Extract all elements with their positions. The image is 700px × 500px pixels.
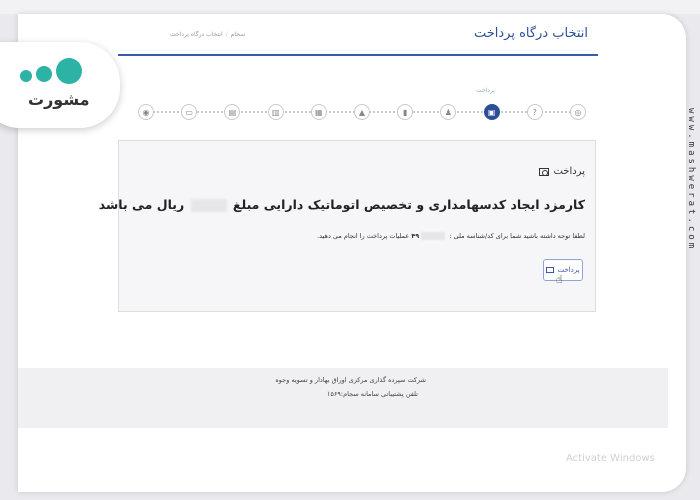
question-icon[interactable]: ?	[526, 104, 543, 120]
location-icon[interactable]: ◎	[570, 104, 586, 120]
logo-dot	[20, 70, 32, 82]
person-icon[interactable]: ♟	[440, 104, 457, 120]
headline-after: ریال می باشد	[98, 197, 185, 212]
redacted-amount	[190, 199, 227, 212]
logo-dot	[36, 66, 52, 82]
page-title: انتخاب درگاه پرداخت	[473, 26, 588, 41]
breadcrumb: سجام/انتخاب درگاه پرداخت	[170, 31, 246, 38]
headline-before: کارمزد ایجاد کدسهامداری و تخصیص اتوماتیک…	[232, 197, 585, 212]
activate-windows-watermark: Activate Windows	[566, 453, 655, 464]
money-icon	[546, 267, 555, 273]
bank-icon[interactable]: ▥	[267, 104, 284, 120]
page-footer: شرکت سپرده گذاری مرکزی اوراق بهادار و تس…	[18, 368, 668, 428]
redacted-id	[421, 232, 446, 240]
breadcrumb-home[interactable]: سجام	[231, 31, 245, 38]
note-digits: ۴۹	[411, 232, 420, 240]
payment-icon[interactable]: ▣	[483, 104, 500, 120]
card-title: پرداخت	[539, 166, 585, 177]
site-url-watermark: www.mashwerat.com	[686, 108, 696, 252]
footer-company: شرکت سپرده گذاری مرکزی اوراق بهادار و تس…	[275, 376, 426, 384]
top-strip	[0, 0, 700, 14]
wallet-icon[interactable]: ◉	[138, 104, 154, 120]
step-active-label: پرداخت	[476, 87, 495, 94]
money-icon	[539, 167, 550, 176]
card-icon[interactable]: ▭	[181, 104, 198, 120]
calendar-icon[interactable]: ▦	[310, 104, 327, 120]
footer-phone: تلفن پشتیبانی سامانه سجام:۱۵۶۹	[326, 390, 418, 398]
graduation-cap-icon[interactable]: ▲	[354, 104, 370, 120]
fee-headline: کارمزد ایجاد کدسهامداری و تخصیص اتوماتیک…	[99, 197, 585, 212]
mashwerat-logo: مشورت	[0, 42, 120, 128]
stepper: ◎? ▣ ♟ ▮ ▲ ▦ ▥ ▤ ▭ ◉	[128, 102, 588, 122]
breadcrumb-current: انتخاب درگاه پرداخت	[170, 31, 223, 38]
payment-card: پرداخت کارمزد ایجاد کدسهامداری و تخصیص ا…	[99, 140, 596, 312]
note-after: عملیات پرداخت را انجام می دهید.	[317, 232, 410, 240]
national-id-note: لطفا توجه داشته باشید شما برای کد/شناسه …	[317, 232, 585, 240]
page-header: انتخاب درگاه پرداخت سجام/انتخاب درگاه پر…	[118, 14, 598, 56]
logo-dot	[56, 58, 82, 84]
mouse-cursor-icon: ☝	[556, 273, 563, 286]
pay-button[interactable]: پرداخت	[543, 259, 583, 281]
card-title-text: پرداخت	[553, 166, 585, 177]
document-icon[interactable]: ▤	[224, 104, 241, 120]
note-before: لطفا توجه داشته باشید شما برای کد/شناسه …	[449, 232, 585, 240]
bookmark-icon[interactable]: ▮	[397, 104, 414, 120]
logo-text: مشورت	[28, 90, 90, 109]
